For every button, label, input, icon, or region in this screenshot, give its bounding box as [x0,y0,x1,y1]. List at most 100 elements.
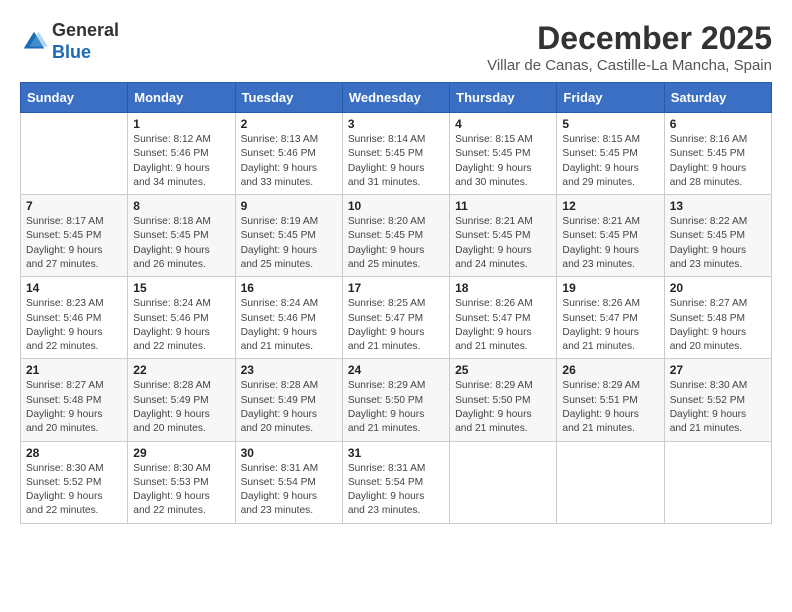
day-number: 16 [241,281,337,295]
day-number: 3 [348,117,444,131]
day-cell: 11Sunrise: 8:21 AM Sunset: 5:45 PM Dayli… [450,195,557,277]
day-cell: 29Sunrise: 8:30 AM Sunset: 5:53 PM Dayli… [128,441,235,523]
calendar-body: 1Sunrise: 8:12 AM Sunset: 5:46 PM Daylig… [21,113,772,524]
week-row-1: 1Sunrise: 8:12 AM Sunset: 5:46 PM Daylig… [21,113,772,195]
day-number: 21 [26,363,122,377]
logo-icon [20,28,48,56]
day-info: Sunrise: 8:30 AM Sunset: 5:52 PM Dayligh… [26,462,122,519]
day-number: 27 [670,363,766,377]
day-cell: 28 Sunrise: 8:30 AM Sunset: 5:52 PM Dayli… [21,441,128,523]
day-number: 7 [26,199,122,213]
day-cell: 16 Sunrise: 8:24 AM Sunset: 5:46 PM Dayli… [235,277,342,359]
day-cell: 9 Sunrise: 8:19 AM Sunset: 5:45 PM Daylig… [235,195,342,277]
day-info: Sunrise: 8:27 AM Sunset: 5:48 PM Dayligh… [670,297,766,354]
weekday-saturday: Saturday [664,83,771,113]
day-cell: 10Sunrise: 8:20 AM Sunset: 5:45 PM Dayli… [342,195,449,277]
day-cell: 26Sunrise: 8:29 AM Sunset: 5:51 PM Dayli… [557,359,664,441]
day-number: 31 [348,446,444,460]
day-info: Sunrise: 8:15 AM Sunset: 5:45 PM Dayligh… [455,133,551,190]
week-row-2: 7 Sunrise: 8:17 AM Sunset: 5:45 PM Daylig… [21,195,772,277]
day-cell [664,441,771,523]
day-cell: 5Sunrise: 8:15 AM Sunset: 5:45 PM Daylig… [557,113,664,195]
day-info: Sunrise: 8:17 AM Sunset: 5:45 PM Dayligh… [26,215,122,272]
day-info: Sunrise: 8:26 AM Sunset: 5:47 PM Dayligh… [455,297,551,354]
day-cell: 19Sunrise: 8:26 AM Sunset: 5:47 PM Dayli… [557,277,664,359]
logo: General Blue [20,20,119,63]
day-info: Sunrise: 8:31 AM Sunset: 5:54 PM Dayligh… [241,462,337,519]
day-info: Sunrise: 8:14 AM Sunset: 5:45 PM Dayligh… [348,133,444,190]
day-cell: 2Sunrise: 8:13 AM Sunset: 5:46 PM Daylig… [235,113,342,195]
day-info: Sunrise: 8:29 AM Sunset: 5:51 PM Dayligh… [562,379,658,436]
day-number: 1 [133,117,229,131]
weekday-tuesday: Tuesday [235,83,342,113]
day-cell: 30 Sunrise: 8:31 AM Sunset: 5:54 PM Dayli… [235,441,342,523]
day-number: 6 [670,117,766,131]
day-cell [557,441,664,523]
day-cell: 22Sunrise: 8:28 AM Sunset: 5:49 PM Dayli… [128,359,235,441]
day-number: 14 [26,281,122,295]
day-info: Sunrise: 8:16 AM Sunset: 5:45 PM Dayligh… [670,133,766,190]
day-info: Sunrise: 8:30 AM Sunset: 5:52 PM Dayligh… [670,379,766,436]
month-title: December 2025 [487,20,772,57]
day-number: 17 [348,281,444,295]
day-number: 2 [241,117,337,131]
day-number: 12 [562,199,658,213]
day-number: 20 [670,281,766,295]
day-cell: 14 Sunrise: 8:23 AM Sunset: 5:46 PM Dayli… [21,277,128,359]
day-info: Sunrise: 8:19 AM Sunset: 5:45 PM Dayligh… [241,215,337,272]
day-number: 8 [133,199,229,213]
day-cell: 12 Sunrise: 8:21 AM Sunset: 5:45 PM Dayli… [557,195,664,277]
day-number: 10 [348,199,444,213]
day-info: Sunrise: 8:25 AM Sunset: 5:47 PM Dayligh… [348,297,444,354]
day-number: 15 [133,281,229,295]
location-title: Villar de Canas, Castille-La Mancha, Spa… [487,57,772,74]
week-row-4: 21Sunrise: 8:27 AM Sunset: 5:48 PM Dayli… [21,359,772,441]
day-cell: 7 Sunrise: 8:17 AM Sunset: 5:45 PM Daylig… [21,195,128,277]
day-info: Sunrise: 8:24 AM Sunset: 5:46 PM Dayligh… [241,297,337,354]
day-info: Sunrise: 8:29 AM Sunset: 5:50 PM Dayligh… [455,379,551,436]
day-number: 23 [241,363,337,377]
day-cell: 13 Sunrise: 8:22 AM Sunset: 5:45 PM Dayli… [664,195,771,277]
day-number: 25 [455,363,551,377]
day-cell: 4Sunrise: 8:15 AM Sunset: 5:45 PM Daylig… [450,113,557,195]
day-cell: 25 Sunrise: 8:29 AM Sunset: 5:50 PM Dayli… [450,359,557,441]
day-info: Sunrise: 8:28 AM Sunset: 5:49 PM Dayligh… [241,379,337,436]
week-row-5: 28 Sunrise: 8:30 AM Sunset: 5:52 PM Dayli… [21,441,772,523]
week-row-3: 14 Sunrise: 8:23 AM Sunset: 5:46 PM Dayli… [21,277,772,359]
day-cell: 21Sunrise: 8:27 AM Sunset: 5:48 PM Dayli… [21,359,128,441]
day-info: Sunrise: 8:18 AM Sunset: 5:45 PM Dayligh… [133,215,229,272]
day-cell: 17 Sunrise: 8:25 AM Sunset: 5:47 PM Dayli… [342,277,449,359]
weekday-wednesday: Wednesday [342,83,449,113]
day-number: 9 [241,199,337,213]
day-cell: 1Sunrise: 8:12 AM Sunset: 5:46 PM Daylig… [128,113,235,195]
header: General Blue December 2025 Villar de Can… [20,20,772,74]
day-cell [21,113,128,195]
day-number: 30 [241,446,337,460]
day-cell: 3 Sunrise: 8:14 AM Sunset: 5:45 PM Daylig… [342,113,449,195]
day-number: 5 [562,117,658,131]
weekday-sunday: Sunday [21,83,128,113]
weekday-monday: Monday [128,83,235,113]
day-cell: 31 Sunrise: 8:31 AM Sunset: 5:54 PM Dayli… [342,441,449,523]
day-info: Sunrise: 8:26 AM Sunset: 5:47 PM Dayligh… [562,297,658,354]
day-info: Sunrise: 8:28 AM Sunset: 5:49 PM Dayligh… [133,379,229,436]
day-cell: 15Sunrise: 8:24 AM Sunset: 5:46 PM Dayli… [128,277,235,359]
day-cell: 24Sunrise: 8:29 AM Sunset: 5:50 PM Dayli… [342,359,449,441]
day-number: 13 [670,199,766,213]
day-cell: 18Sunrise: 8:26 AM Sunset: 5:47 PM Dayli… [450,277,557,359]
day-number: 24 [348,363,444,377]
title-block: December 2025 Villar de Canas, Castille-… [487,20,772,74]
day-info: Sunrise: 8:21 AM Sunset: 5:45 PM Dayligh… [562,215,658,272]
logo-blue: Blue [52,42,91,62]
day-info: Sunrise: 8:22 AM Sunset: 5:45 PM Dayligh… [670,215,766,272]
calendar: SundayMondayTuesdayWednesdayThursdayFrid… [20,82,772,524]
logo-general: General [52,20,119,40]
day-info: Sunrise: 8:31 AM Sunset: 5:54 PM Dayligh… [348,462,444,519]
day-cell: 23 Sunrise: 8:28 AM Sunset: 5:49 PM Dayli… [235,359,342,441]
page-container: General Blue December 2025 Villar de Can… [20,20,772,524]
day-info: Sunrise: 8:23 AM Sunset: 5:46 PM Dayligh… [26,297,122,354]
day-cell: 6 Sunrise: 8:16 AM Sunset: 5:45 PM Daylig… [664,113,771,195]
calendar-header: SundayMondayTuesdayWednesdayThursdayFrid… [21,83,772,113]
day-number: 28 [26,446,122,460]
weekday-thursday: Thursday [450,83,557,113]
